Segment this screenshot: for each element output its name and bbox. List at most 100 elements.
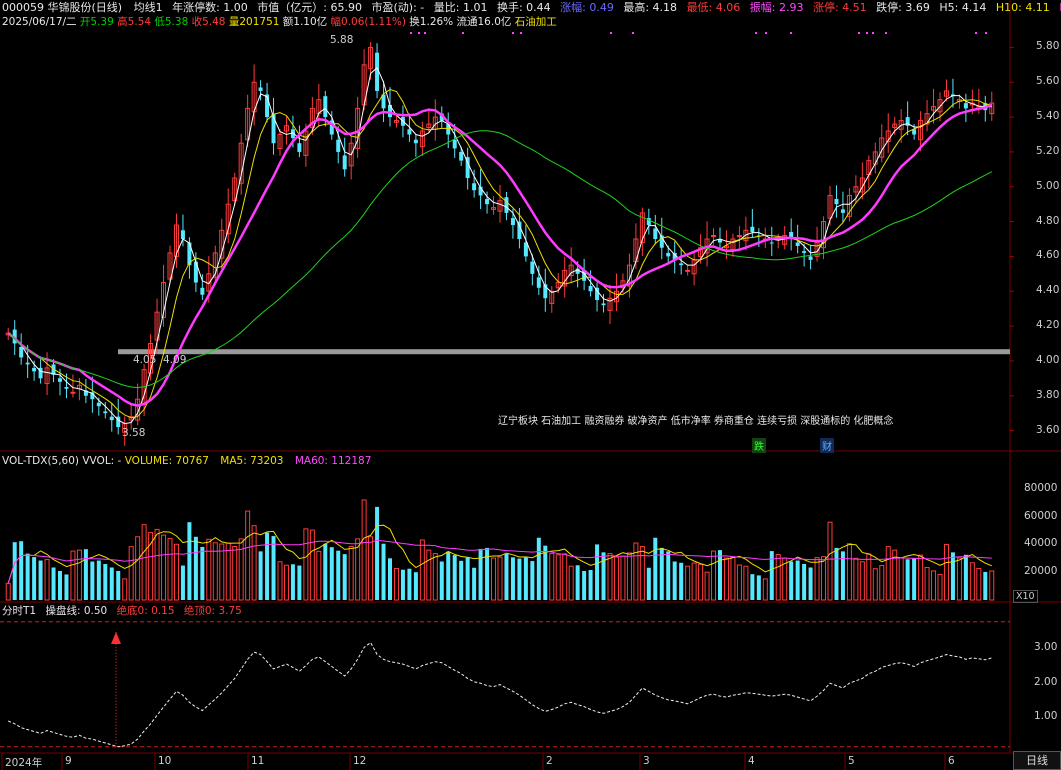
signal-dot [632,32,634,34]
turnover-rate: 换手: 0.44 [496,1,551,14]
volume-bar [743,565,749,601]
volume-bar [413,572,418,600]
volume-bar [342,554,347,600]
price-tick-label: 4.20 [1036,319,1060,332]
signal-dot [755,32,757,34]
volume-bar [472,567,477,600]
volume-bar [251,525,257,601]
signal-dot [462,32,464,34]
volume-bar [555,554,561,601]
indicator-tick-label: 3.00 [1034,640,1058,653]
top-value: 绝顶0: 3.75 [183,605,242,617]
price-tick-label: 5.40 [1036,110,1060,123]
volume-bar [290,564,295,600]
candle-body [517,221,522,239]
time-tick-label: 10 [158,755,172,767]
ma5-value: MA5: 73203 [220,455,284,467]
volume-bar [64,574,69,600]
volume-bar [439,561,444,600]
volume-bar [491,557,497,601]
candle-body [750,226,755,233]
ma60-value: MA60: 112187 [294,455,372,467]
volume-bar [950,552,955,600]
volume-bar [685,565,691,601]
signal-dot [885,32,887,34]
candle-body [413,139,418,144]
volume-bar [846,543,852,601]
signal-dot [512,32,514,34]
volume-bar [5,582,11,601]
candle-body [103,411,108,414]
candle-body [510,218,515,226]
volume-bar [70,550,76,601]
volume-bar [607,553,613,601]
limit-days: 年涨停数: 1.00 [172,1,248,14]
volume-tick-label: 40000 [1024,537,1058,550]
volume-bar [653,537,658,600]
volume-bar [963,554,968,600]
limit-up-price: 涨停: 4.51 [812,1,867,14]
volume-bar [187,522,192,600]
candle-body [58,378,62,382]
volume-bar [459,560,464,600]
volume-bar [672,561,677,600]
price-tick-label: 5.20 [1036,144,1060,157]
level-a-annotation: 4.05 [133,354,157,366]
time-tick-label: 2024年 [5,757,43,769]
volume-bar [808,567,813,600]
kline-chart[interactable] [0,0,1061,770]
signal-dot [858,32,860,34]
signal-dot [975,32,977,34]
volume-bar [698,563,704,601]
price-tick-label: 4.60 [1036,249,1060,262]
volume-bar [575,565,580,600]
candle-body [808,256,813,260]
indicator-tick-label: 1.00 [1034,710,1058,723]
volume-bar [969,562,975,601]
candle-body [795,242,800,246]
volume-bar [219,543,225,601]
period-button[interactable]: 日线 [1013,751,1061,770]
low-value: 低5.38 [154,16,189,28]
event-tag-cai[interactable]: 财 [820,438,834,453]
candle-body [297,143,302,152]
volume-bar [109,567,114,600]
ma-white-line [7,66,992,425]
low-price: 最低: 4.06 [686,1,741,14]
volume-bar [879,565,885,601]
time-tick-label: 12 [353,755,367,767]
candle-body [25,362,30,365]
volume-bar [446,551,451,600]
volume-bar [859,561,865,601]
volume-bar [135,536,141,601]
volume-bar [814,557,820,601]
candle-body [963,103,968,109]
volume-bar [375,506,380,600]
concept-tags[interactable]: 辽宁板块 石油加工 融资融券 破净资产 低市净率 券商重仓 连续亏损 深股通标的… [498,412,893,427]
volume-bar [206,538,212,601]
volume-bar [775,554,781,601]
indicator-title[interactable]: 分时T1 [2,605,36,617]
volume-bar [173,543,179,601]
ma-selector[interactable]: 均线1 [134,1,163,14]
candle-body [504,197,509,213]
candle-body [588,286,593,292]
candle-body [200,287,205,295]
amount-value: 额1.10亿 [282,16,328,28]
time-tick-label: 2 [546,755,553,767]
indicator-tick-label: 2.00 [1034,675,1058,688]
event-tag-die[interactable]: 跌 [752,438,766,453]
volume-tick-label: 80000 [1024,481,1058,494]
volume-bar [802,564,807,600]
volume-bar [691,562,697,601]
volume-bar [885,546,891,601]
high-price: 最高: 4.18 [623,1,678,14]
change-rate: 涨幅: 0.49 [560,1,614,14]
volume-tick-label: 60000 [1024,509,1058,522]
price-tick-label: 5.60 [1036,75,1060,88]
pe-ratio: 市盈(动): - [371,1,425,14]
volume-indicator-title[interactable]: VOL-TDX(5,60) [2,455,79,467]
signal-dot [520,32,522,34]
vvol-value: VVOL: - [82,455,122,467]
price-tick-label: 4.40 [1036,284,1060,297]
